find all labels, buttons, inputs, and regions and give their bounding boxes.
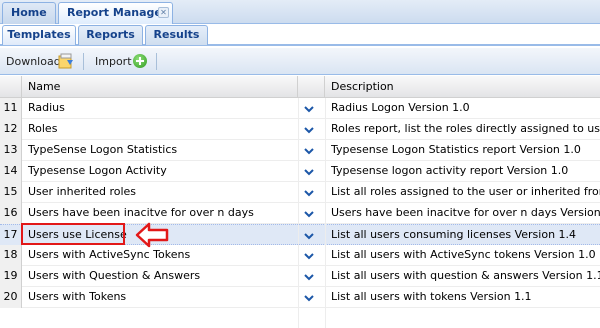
row-description: List all users with question & answers V… — [331, 269, 600, 282]
add-icon[interactable] — [133, 54, 147, 68]
toolbar: Download Import — [0, 48, 600, 75]
table-row[interactable]: 20 Users with Tokens List all users with… — [0, 287, 600, 308]
row-name: Users have been inacitve for over n days — [28, 206, 254, 219]
toolbar-divider — [83, 53, 84, 70]
row-number: 17 — [0, 225, 22, 246]
row-name: Users with Tokens — [28, 290, 127, 303]
row-name: Users with Question & Answers — [28, 269, 201, 282]
tab-reports-label: Reports — [86, 28, 135, 41]
chevron-down-icon[interactable] — [303, 104, 315, 114]
table-row[interactable]: 16 Users have been inacitve for over n d… — [0, 203, 600, 224]
column-header-expand — [298, 76, 325, 98]
chevron-down-icon[interactable] — [303, 231, 315, 241]
chevron-down-icon[interactable] — [303, 293, 315, 303]
download-label: Download — [6, 55, 61, 68]
download-button[interactable]: Download — [6, 53, 61, 70]
toolbar-divider — [156, 53, 157, 70]
chevron-down-icon[interactable] — [303, 251, 315, 261]
row-number: 16 — [0, 203, 22, 224]
row-number: 11 — [0, 98, 22, 119]
column-divider — [298, 98, 299, 328]
row-description: Users have been inacitve for over n days… — [331, 206, 600, 219]
tab-home-label: Home — [11, 6, 47, 19]
grid-header: Name Description — [0, 76, 600, 98]
column-header-name-label: Name — [28, 80, 61, 93]
row-description: List all roles assigned to the user or i… — [331, 185, 600, 198]
row-name: TypeSense Logon Statistics — [28, 143, 178, 156]
column-header-name[interactable]: Name — [22, 76, 298, 98]
download-icon[interactable] — [58, 53, 74, 69]
table-row[interactable]: 14 Typesense Logon Activity Typesense lo… — [0, 161, 600, 182]
table-row[interactable]: 11 Radius Radius Logon Version 1.0 — [0, 98, 600, 119]
row-description: List all users consuming licenses Versio… — [331, 228, 577, 241]
row-description: List all users with tokens Version 1.1 — [331, 290, 532, 303]
row-number: 15 — [0, 182, 22, 203]
row-description: Radius Logon Version 1.0 — [331, 101, 470, 114]
chevron-down-icon[interactable] — [303, 209, 315, 219]
row-number: 13 — [0, 140, 22, 161]
chevron-down-icon[interactable] — [303, 188, 315, 198]
tab-templates-label: Templates — [7, 28, 71, 41]
row-number: 18 — [0, 245, 22, 266]
chevron-down-icon[interactable] — [303, 167, 315, 177]
chevron-down-icon[interactable] — [303, 125, 315, 135]
import-button[interactable]: Import — [95, 53, 132, 70]
row-description: Typesense Logon Statistics report Versio… — [331, 143, 581, 156]
tab-results[interactable]: Results — [145, 25, 208, 45]
row-name: Roles — [28, 122, 58, 135]
tab-templates[interactable]: Templates — [2, 25, 76, 45]
chevron-down-icon[interactable] — [303, 272, 315, 282]
column-divider — [325, 98, 326, 328]
chevron-down-icon[interactable] — [303, 146, 315, 156]
column-header-description-label: Description — [331, 80, 394, 93]
row-description: Typesense logon activity report Version … — [331, 164, 569, 177]
tab-reports[interactable]: Reports — [78, 25, 143, 45]
table-row[interactable]: 18 Users with ActiveSync Tokens List all… — [0, 245, 600, 266]
sub-tab-bar: Templates Reports Results — [0, 24, 600, 46]
table-row[interactable]: 12 Roles Roles report, list the roles di… — [0, 119, 600, 140]
row-name: Radius — [28, 101, 65, 114]
row-name: User inherited roles — [28, 185, 137, 198]
close-icon[interactable]: ✕ — [158, 7, 169, 18]
import-label: Import — [95, 55, 132, 68]
top-tab-bar: Home Report Manager ✕ — [0, 0, 600, 25]
row-number: 20 — [0, 287, 22, 308]
row-description: Roles report, list the roles directly as… — [331, 122, 600, 135]
table-row[interactable]: 15 User inherited roles List all roles a… — [0, 182, 600, 203]
row-description: List all users with ActiveSync tokens Ve… — [331, 248, 596, 261]
tab-results-label: Results — [153, 28, 200, 41]
column-header-description[interactable]: Description — [325, 76, 600, 98]
row-number: 19 — [0, 266, 22, 287]
row-number: 14 — [0, 161, 22, 182]
row-name: Typesense Logon Activity — [28, 164, 167, 177]
highlight-box — [21, 223, 125, 245]
tab-report-manager-label: Report Manager — [67, 6, 168, 19]
tab-home[interactable]: Home — [2, 2, 56, 24]
row-number-header — [0, 76, 22, 98]
arrow-left-icon — [135, 222, 169, 248]
row-number: 12 — [0, 119, 22, 140]
table-row[interactable]: 19 Users with Question & Answers List al… — [0, 266, 600, 287]
row-name: Users with ActiveSync Tokens — [28, 248, 191, 261]
table-row[interactable]: 13 TypeSense Logon Statistics Typesense … — [0, 140, 600, 161]
tab-report-manager[interactable]: Report Manager ✕ — [58, 2, 173, 25]
